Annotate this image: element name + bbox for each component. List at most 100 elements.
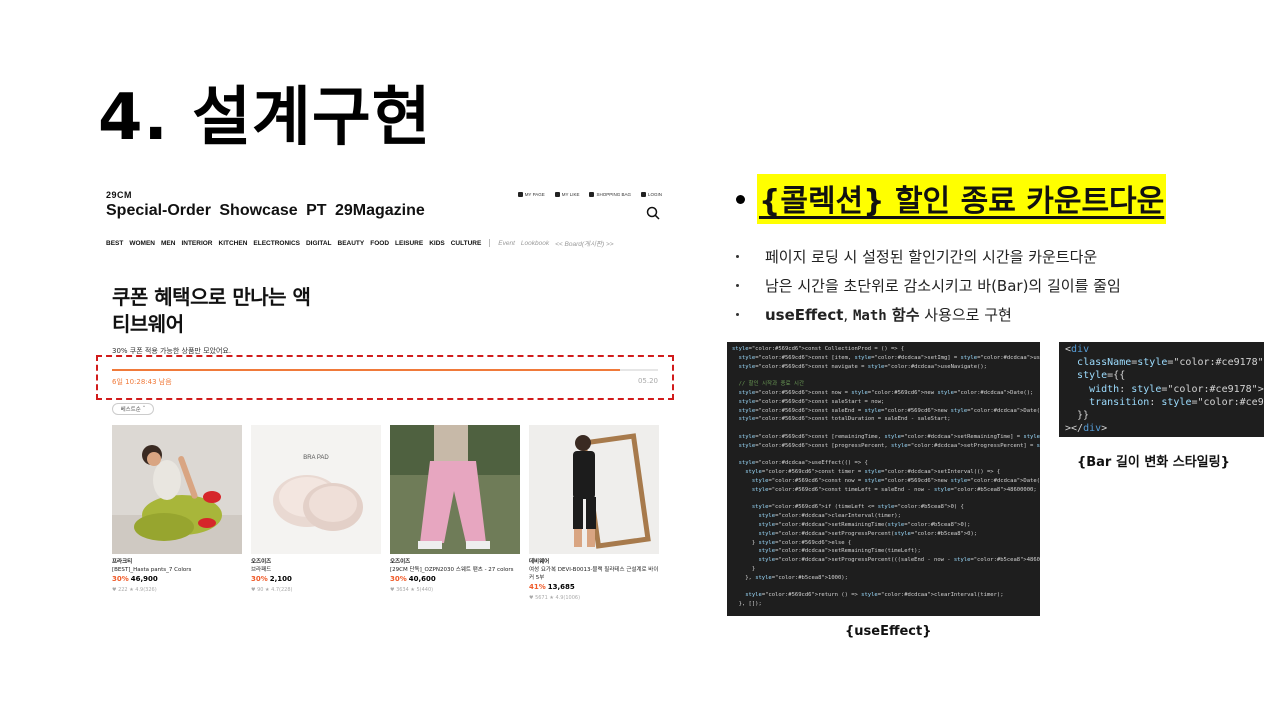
- bullet-item: useEffect, Math 함수 사용으로 구현: [736, 300, 1121, 329]
- bullet-code: Math: [852, 308, 887, 324]
- search-icon[interactable]: [646, 206, 660, 220]
- bullet-list: 페이지 로딩 시 설정된 할인기간의 시간을 카운트다운 남은 시간을 초단위로…: [736, 242, 1121, 329]
- code-line: className=style="color:#ce9178">"time-ba…: [1077, 357, 1264, 369]
- product-image[interactable]: [112, 425, 242, 554]
- product-price-value: 2,100: [269, 575, 292, 583]
- util-label: MY PAGE: [524, 192, 545, 197]
- util-mypage[interactable]: MY PAGE: [517, 192, 545, 197]
- code-line: style="color:#dcdcaa">setRemainingTime(s…: [758, 521, 971, 528]
- product-card[interactable]: 데비웨어 여성 요가복 DEVI-B0013-블랙 필라테스 근설계로 바이커 …: [529, 425, 659, 602]
- code-line: style="color:#569cd6">const saleEnd = st…: [738, 407, 1040, 414]
- section-heading: {콜렉션} 할인 종료 카운트다운: [736, 174, 1167, 224]
- nav-board[interactable]: << Board(게시판) >>: [555, 238, 613, 248]
- product-image[interactable]: BRA PAD: [251, 425, 381, 554]
- sort-dropdown[interactable]: 베스트순 ˅: [112, 403, 154, 415]
- code-line: style="color:#dcdcaa">setRemainingTime(t…: [758, 548, 921, 555]
- caption-useeffect: {useEffect}: [845, 624, 932, 639]
- slide-title: 4. 설계구현: [98, 81, 432, 155]
- nav-women[interactable]: WOMEN: [129, 240, 155, 247]
- nav-food[interactable]: FOOD: [370, 240, 389, 247]
- nav-kitchen[interactable]: KITCHEN: [219, 240, 248, 247]
- util-login[interactable]: LOGIN: [640, 192, 662, 197]
- lock-icon: [640, 192, 646, 197]
- nav-culture[interactable]: CULTURE: [451, 240, 482, 247]
- code-line: }: [732, 565, 756, 572]
- nav-kids[interactable]: KIDS: [429, 240, 445, 247]
- product-card[interactable]: 오즈이즈 [29CM 단독]_OZPN2030 스웨트 팬츠 - 27 colo…: [390, 425, 520, 602]
- code-line: style="color:#569cd6">if (timeLeft <= st…: [751, 504, 964, 511]
- product-card[interactable]: 프라크티 [BEST]_Hasta pants_7 Colors 30% 46,9…: [112, 425, 242, 602]
- category-nav: BEST WOMEN MEN INTERIOR KITCHEN ELECTRON…: [106, 238, 614, 248]
- bullet-dot: [736, 194, 745, 204]
- nav-electronics[interactable]: ELECTRONICS: [253, 240, 300, 247]
- code-line: style="color:#569cd6">const totalDuratio…: [738, 416, 951, 423]
- nav-interior[interactable]: INTERIOR: [181, 240, 212, 247]
- bullet-rest: 사용으로 구현: [919, 306, 1012, 324]
- code-line: <div: [1065, 344, 1090, 355]
- chevron-down-icon: ˅: [142, 406, 146, 412]
- product-brand: 오즈이즈: [251, 559, 272, 565]
- nav-men[interactable]: MEN: [161, 240, 175, 247]
- bullet-text: 남은 시간을 초단위로 감소시키고 바(Bar)의 길이를 줄임: [765, 277, 1121, 295]
- section-heading-text: {콜렉션} 할인 종료 카운트다운: [757, 174, 1167, 224]
- product-meta: ♥ 5671 ★ 4.9(1006): [529, 595, 581, 601]
- code-line: }, style="color:#b5cea8">1000);: [732, 574, 848, 581]
- product-name: 여성 요가복 DEVI-B0013-블랙 필라테스 근설계로 바이커 5부: [529, 567, 659, 581]
- code-line: }, []);: [732, 601, 762, 608]
- site-brand[interactable]: 29CM: [106, 190, 132, 200]
- product-price: 30% 2,100: [251, 575, 381, 583]
- code-line: style="color:#569cd6">const saleStart = …: [738, 398, 885, 405]
- nav-beauty[interactable]: BEAUTY: [338, 240, 365, 247]
- code-line: style={{: [1077, 370, 1126, 382]
- nav-leisure[interactable]: LEISURE: [395, 240, 423, 247]
- product-brand: 프라크티: [112, 559, 133, 565]
- bullet-dot: [736, 284, 739, 287]
- nav-divider: [489, 239, 491, 247]
- product-name: 브라패드: [251, 567, 272, 573]
- time-bar: [112, 369, 620, 371]
- product-price: 30% 46,900: [112, 575, 242, 583]
- product-brand: 데비웨어: [529, 559, 550, 565]
- sale-end-date: 05.20: [637, 377, 658, 385]
- util-mylike[interactable]: MY LIKE: [554, 192, 580, 197]
- product-price: 41% 13,685: [529, 583, 659, 591]
- bag-icon: [589, 192, 595, 197]
- bullet-item: 남은 시간을 초단위로 감소시키고 바(Bar)의 길이를 줄임: [736, 271, 1121, 300]
- site-title[interactable]: Special-Order Showcase PT 29Magazine: [106, 202, 425, 220]
- product-image[interactable]: [390, 425, 520, 554]
- util-label: SHOPPING BAG: [596, 192, 631, 197]
- product-price-value: 46,900: [130, 575, 158, 583]
- util-label: LOGIN: [647, 192, 662, 197]
- utility-menu: MY PAGE MY LIKE SHOPPING BAG LOGIN: [517, 192, 662, 197]
- product-meta: ♥ 3634 ★ 5(440): [390, 587, 434, 593]
- product-meta: ♥ 90 ★ 4.7(228): [251, 587, 293, 593]
- code-line: style="color:#569cd6">const [remainingTi…: [738, 433, 1040, 440]
- bullet-sep: ,: [843, 306, 853, 324]
- sort-label: 베스트순: [120, 407, 141, 413]
- product-name: [29CM 단독]_OZPN2030 스웨트 팬츠 - 27 colors: [390, 567, 514, 573]
- code-line: style="color:#569cd6">const now = style=…: [738, 389, 1034, 396]
- util-label: MY LIKE: [561, 192, 580, 197]
- product-card[interactable]: BRA PAD 오즈이즈 브라패드 30% 2,100 ♥ 90 ★ 4.7(22…: [251, 425, 381, 602]
- code-line: width: style="color:#ce9178">`${progress…: [1089, 383, 1264, 395]
- hero-line: 쿠폰 혜택으로 만나는 액: [112, 285, 311, 309]
- nav-digital[interactable]: DIGITAL: [306, 240, 332, 247]
- nav-best[interactable]: BEST: [106, 240, 123, 247]
- product-meta: ♥ 222 ★ 4.9(326): [112, 587, 157, 593]
- bullet-text: 페이지 로딩 시 설정된 할인기간의 시간을 카운트다운: [765, 248, 1098, 266]
- code-line: style="color:#569cd6">return () => style…: [745, 592, 1004, 599]
- product-price-value: 40,600: [408, 575, 436, 583]
- util-shoppingbag[interactable]: SHOPPING BAG: [589, 192, 631, 197]
- product-image[interactable]: [529, 425, 659, 554]
- time-bar-track: [112, 369, 658, 371]
- nav-event[interactable]: Event: [498, 240, 515, 247]
- code-line: style="color:#569cd6">const timeLeft = s…: [751, 486, 1037, 493]
- code-line: style="color:#dcdcaa">setProgressPercent…: [758, 557, 1041, 564]
- nav-lookbook[interactable]: Lookbook: [521, 240, 549, 247]
- heart-icon: [554, 192, 560, 197]
- code-panel-timebar-style: <div className=style="color:#ce9178">"ti…: [1059, 342, 1264, 437]
- code-line: style="color:#dcdcaa">useEffect(() => {: [738, 460, 868, 467]
